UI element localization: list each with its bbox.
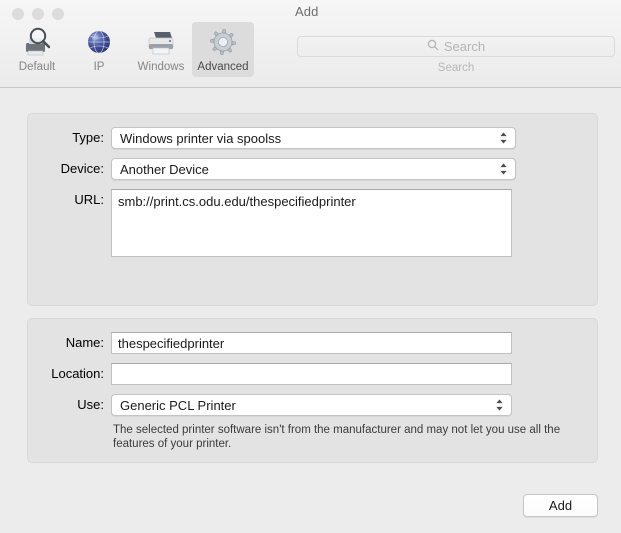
type-select[interactable]: Windows printer via spoolss	[111, 127, 516, 149]
tab-default-label: Default	[18, 61, 56, 73]
globe-icon	[68, 25, 130, 59]
printer-icon	[130, 25, 192, 59]
window-titlebar: Add Default IP Windows Advanced Search S…	[0, 0, 621, 88]
location-row: Location:	[28, 363, 512, 385]
name-input[interactable]: thespecifiedprinter	[111, 332, 512, 354]
tab-advanced[interactable]: Advanced	[192, 22, 254, 77]
use-select[interactable]: Generic PCL Printer	[111, 394, 512, 416]
window-controls	[12, 8, 64, 20]
type-label: Type:	[72, 130, 104, 145]
toolbar-tabs: Default IP Windows Advanced	[6, 22, 254, 77]
type-row: Type: Windows printer via spoolss	[28, 127, 516, 149]
minimize-button[interactable]	[32, 8, 44, 20]
device-label: Device:	[60, 161, 104, 176]
location-label: Location:	[51, 366, 104, 381]
chevron-updown-icon	[499, 162, 508, 177]
type-value: Windows printer via spoolss	[120, 130, 282, 146]
search-icon	[427, 38, 439, 56]
dialog-content: Type: Windows printer via spoolss Device…	[0, 88, 621, 533]
tab-windows[interactable]: Windows	[130, 22, 192, 77]
url-label: URL:	[74, 192, 104, 207]
printer-info-panel: Name: thespecifiedprinter Location: Use:…	[27, 318, 598, 463]
tab-windows-label: Windows	[137, 61, 185, 73]
use-label: Use:	[77, 397, 104, 412]
device-value: Another Device	[120, 161, 209, 177]
connection-panel: Type: Windows printer via spoolss Device…	[27, 113, 598, 306]
location-input[interactable]	[111, 363, 512, 385]
name-label: Name:	[65, 335, 104, 350]
chevron-updown-icon	[499, 131, 508, 146]
gear-icon	[192, 25, 254, 59]
add-button[interactable]: Add	[523, 494, 598, 517]
tab-default[interactable]: Default	[6, 22, 68, 77]
tab-ip[interactable]: IP	[68, 22, 130, 77]
close-button[interactable]	[12, 8, 24, 20]
window-title: Add	[295, 4, 319, 19]
device-select[interactable]: Another Device	[111, 158, 516, 180]
printer-magnifier-icon	[6, 25, 68, 59]
search-area: Search Search	[297, 36, 615, 74]
url-row: URL: smb://print.cs.odu.edu/thespecified…	[28, 189, 512, 257]
chevron-updown-icon	[495, 398, 504, 413]
use-row: Use: Generic PCL Printer	[28, 394, 512, 416]
tab-advanced-label: Advanced	[197, 61, 249, 73]
search-input[interactable]: Search	[297, 36, 615, 57]
use-value: Generic PCL Printer	[120, 397, 236, 413]
tab-ip-label: IP	[93, 61, 105, 73]
device-row: Device: Another Device	[28, 158, 516, 180]
url-input[interactable]: smb://print.cs.odu.edu/thespecifiedprint…	[111, 189, 512, 257]
zoom-button[interactable]	[52, 8, 64, 20]
search-caption: Search	[437, 62, 475, 74]
search-placeholder: Search	[443, 39, 486, 54]
name-row: Name: thespecifiedprinter	[28, 332, 512, 354]
driver-warning-text: The selected printer software isn't from…	[113, 424, 561, 450]
